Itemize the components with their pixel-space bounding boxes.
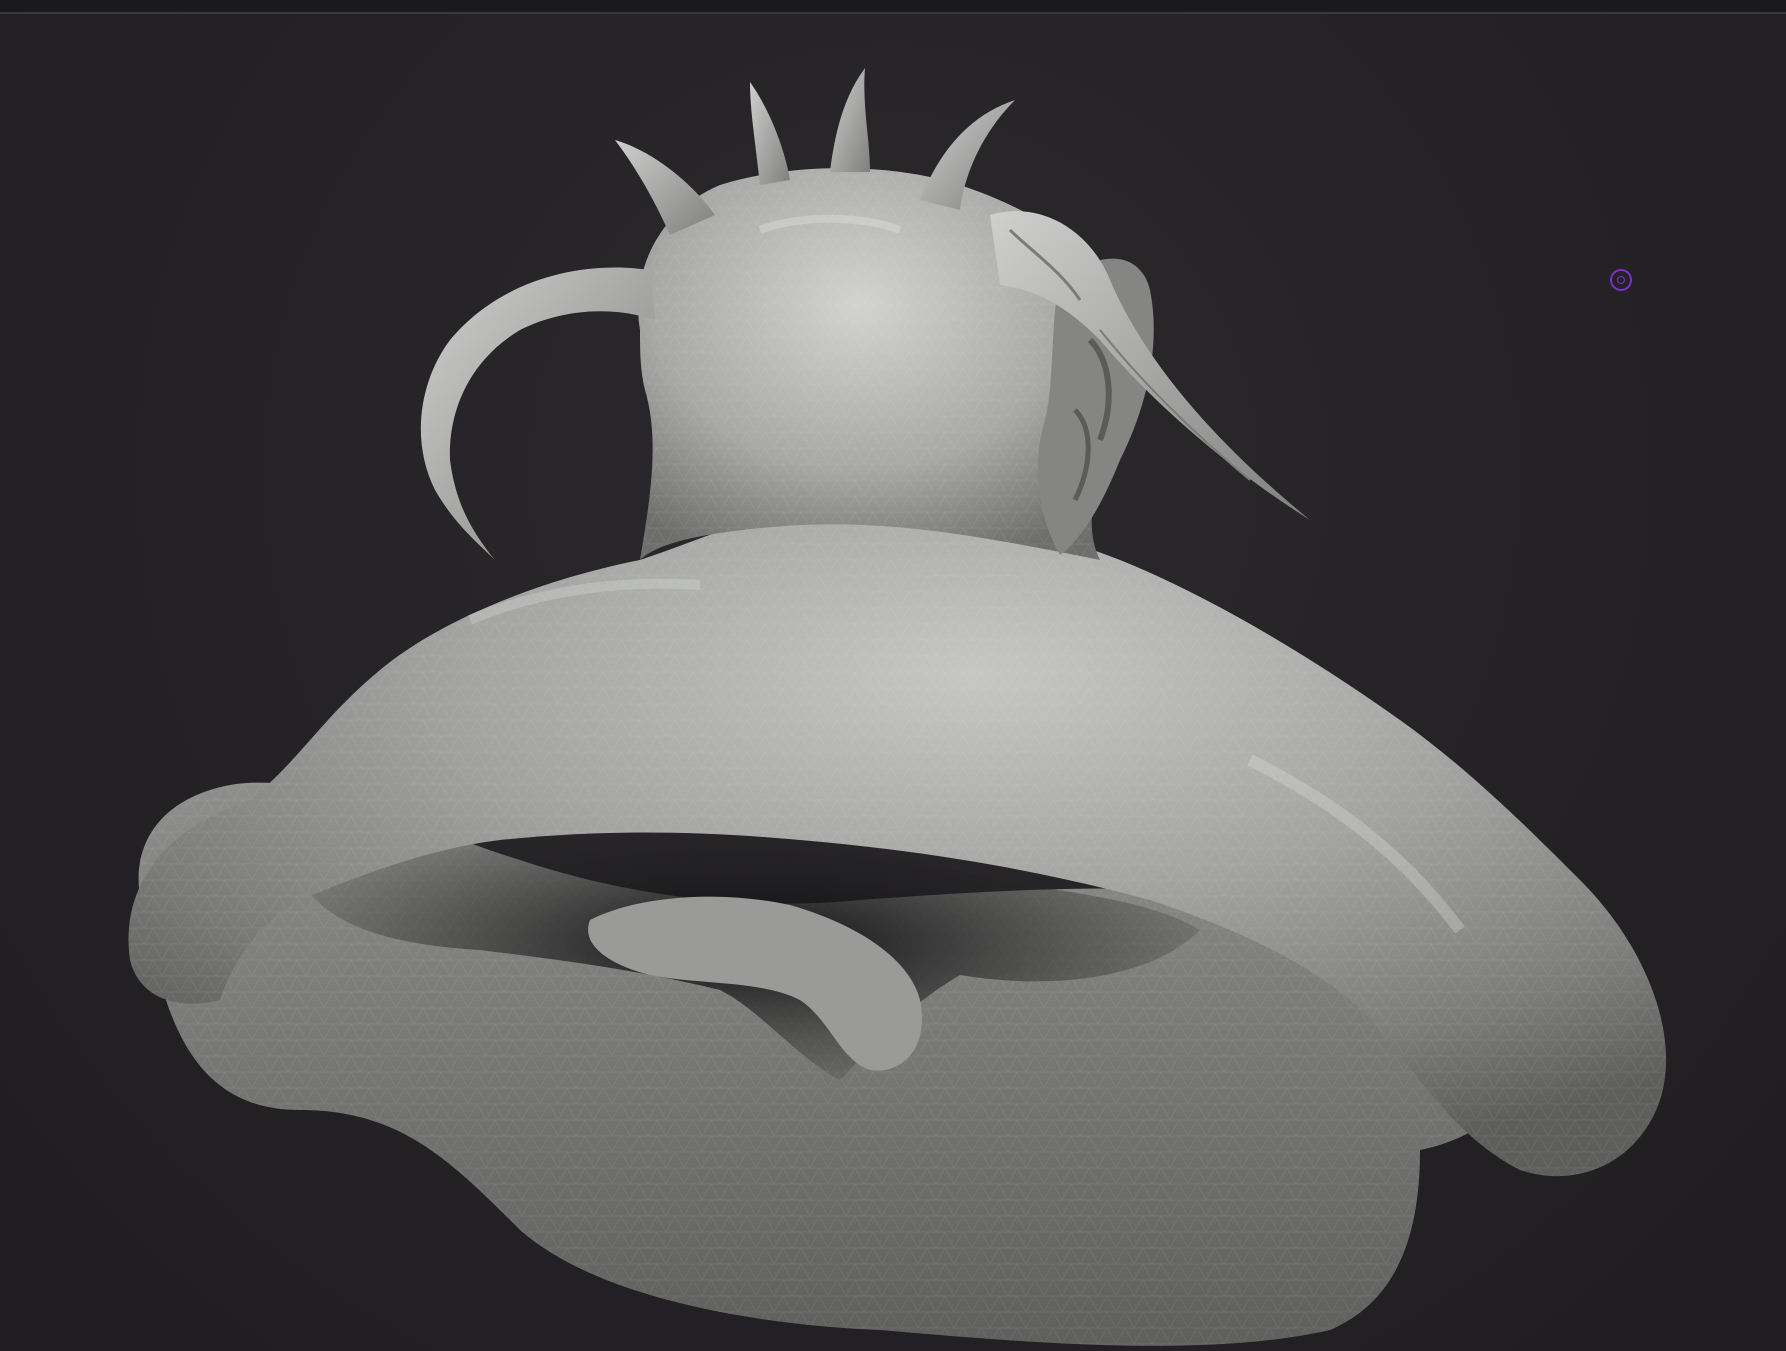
brush-cursor-icon [1610, 269, 1632, 291]
left-horn [420, 267, 655, 560]
sculpt-model[interactable] [0, 0, 1786, 1351]
viewport-canvas[interactable] [0, 0, 1786, 1351]
